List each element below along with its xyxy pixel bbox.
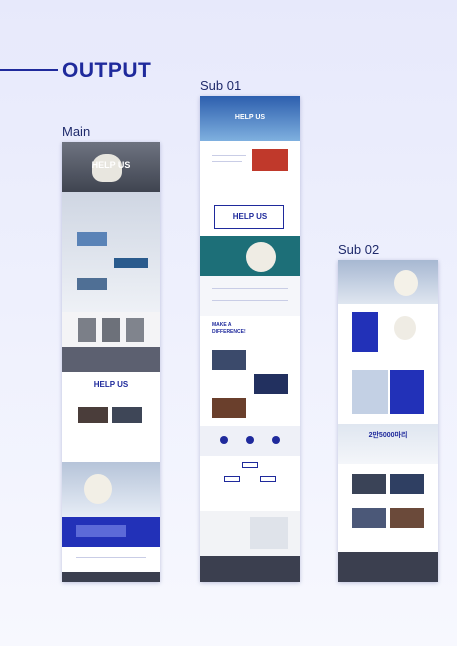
main-section2: HELP US bbox=[62, 372, 160, 462]
label-main: Main bbox=[62, 124, 91, 139]
sub01-logo-text: HELP US bbox=[232, 212, 268, 221]
photo bbox=[352, 474, 386, 494]
main-page-mockup: HELP US HELP US bbox=[62, 142, 160, 582]
sub02-hero bbox=[338, 260, 438, 304]
sub02-footer bbox=[338, 552, 438, 582]
photo bbox=[212, 398, 246, 418]
main-hero: HELP US bbox=[62, 142, 160, 192]
polar-bear-image bbox=[246, 242, 276, 272]
blue-panel bbox=[390, 370, 424, 414]
ice-photo bbox=[114, 258, 148, 268]
card bbox=[102, 318, 120, 342]
polar-bear-image bbox=[84, 474, 112, 504]
sub01-process bbox=[200, 426, 300, 456]
photo bbox=[212, 350, 246, 370]
main-bear-section bbox=[62, 462, 160, 517]
photo bbox=[390, 474, 424, 494]
map-image bbox=[250, 517, 288, 549]
bear-photo bbox=[352, 370, 388, 414]
sub01-headline-1: MAKE A bbox=[212, 322, 232, 328]
product-strip bbox=[76, 525, 126, 537]
ice-photo bbox=[77, 232, 107, 246]
sub01-teal-banner bbox=[200, 236, 300, 276]
sub02-feature bbox=[338, 364, 438, 424]
ice-photo bbox=[77, 278, 107, 290]
heading-rule bbox=[0, 69, 58, 71]
sub02-stat: 2만5000마리 bbox=[338, 424, 438, 464]
photo bbox=[390, 508, 424, 528]
sub01-logo: HELP US bbox=[200, 201, 300, 236]
page-heading: OUTPUT bbox=[62, 59, 152, 82]
ship-photo bbox=[252, 149, 288, 171]
label-sub02: Sub 02 bbox=[338, 242, 380, 257]
blue-panel bbox=[352, 312, 378, 352]
main-ice-section bbox=[62, 192, 160, 312]
sub02-headline-number: 2만5000마리 bbox=[368, 432, 408, 439]
sub02-gallery bbox=[338, 464, 438, 552]
card bbox=[78, 318, 96, 342]
sub01-hero: HELP US bbox=[200, 96, 300, 141]
sub01-about bbox=[200, 141, 300, 201]
main-banner bbox=[62, 347, 160, 372]
sub02-intro bbox=[338, 304, 438, 364]
photo bbox=[78, 407, 108, 423]
card bbox=[126, 318, 144, 342]
sub01-footer bbox=[200, 556, 300, 582]
sub02-page-mockup: 2만5000마리 bbox=[338, 260, 438, 582]
sub01-hero-title: HELP US bbox=[234, 114, 266, 121]
sub01-org-chart bbox=[200, 456, 300, 511]
sub01-stats bbox=[200, 276, 300, 316]
main-form bbox=[62, 547, 160, 572]
sub01-gallery bbox=[200, 346, 300, 426]
photo bbox=[254, 374, 288, 394]
main-footer bbox=[62, 572, 160, 582]
main-hero-title: HELP US bbox=[91, 160, 131, 170]
photo bbox=[112, 407, 142, 423]
main-blue-band bbox=[62, 517, 160, 547]
main-cards bbox=[62, 312, 160, 347]
photo bbox=[352, 508, 386, 528]
sub01-headline-2: DIFFERENCE! bbox=[212, 329, 246, 335]
sub01-page-mockup: HELP US HELP US MAKE A DIFFERENCE! bbox=[200, 96, 300, 582]
polar-bear-image bbox=[394, 316, 416, 340]
sub01-headline: MAKE A DIFFERENCE! bbox=[200, 316, 300, 346]
polar-bear-image bbox=[394, 270, 418, 296]
main-section2-title: HELP US bbox=[93, 380, 129, 389]
sub01-map bbox=[200, 511, 300, 556]
label-sub01: Sub 01 bbox=[200, 78, 242, 93]
